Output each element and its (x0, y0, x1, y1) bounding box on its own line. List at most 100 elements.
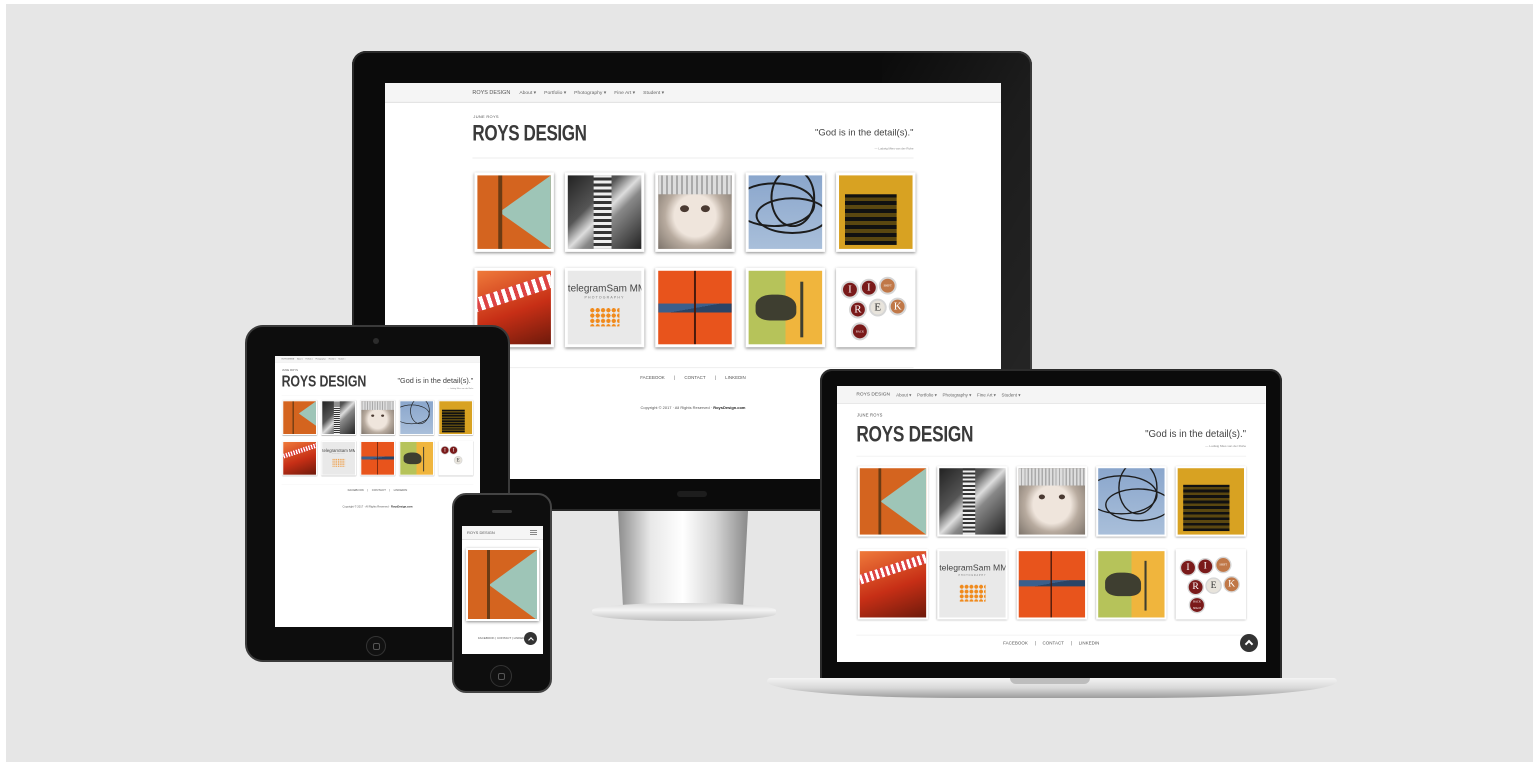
nav-item-student[interactable]: Student ▾ (338, 358, 345, 360)
footer-link-contact[interactable]: CONTACT (684, 375, 705, 380)
portfolio-tile[interactable]: I SHIFT LOCK I R E K BACK SPACE (836, 267, 916, 348)
nav-item-photography[interactable]: Photography ▾ (574, 89, 606, 95)
typewriter-key: R (848, 300, 867, 319)
nav-brand[interactable]: ROYS DESIGN (856, 392, 890, 397)
tile-image-power-lines (1098, 468, 1165, 535)
footer-link-facebook[interactable]: FACEBOOK (348, 489, 364, 492)
portfolio-tile[interactable] (745, 172, 826, 252)
tile-image-sculpture (939, 468, 1006, 535)
nav-item-fine-art[interactable]: Fine Art ▾ (329, 358, 336, 360)
typewriter-key: SHIFT LOCK (878, 276, 897, 302)
site-title[interactable]: ROYS DESIGN (282, 373, 367, 391)
footer-link-linkedin[interactable]: LINKEDIN (725, 375, 746, 380)
nav-item-portfolio[interactable]: Portfolio ▾ (305, 358, 312, 360)
tile-image-orange-teal (859, 468, 927, 535)
site-footer: FACEBOOK | CONTACT | LINKEDIN (856, 634, 1247, 646)
phone-portfolio-tile[interactable] (466, 548, 539, 621)
footer-link-facebook[interactable]: FACEBOOK (1003, 641, 1028, 646)
portfolio-tile[interactable] (1096, 466, 1167, 537)
tablet-home-button[interactable] (366, 636, 386, 656)
site-title[interactable]: ROYS DESIGN (472, 121, 587, 147)
quote-cite: — Ludwig Mies van der Rohe (874, 146, 914, 151)
typewriter-key: I (841, 280, 859, 299)
nav-item-about[interactable]: About ▾ (297, 358, 303, 360)
copyright-brand[interactable]: RoysDesign.com (713, 405, 745, 410)
portfolio-tile[interactable] (1175, 466, 1247, 537)
nav-item-about[interactable]: About ▾ (896, 392, 911, 398)
scroll-top-button[interactable] (524, 632, 537, 645)
nav-brand[interactable]: ROYS DESIGN (472, 89, 510, 95)
site-footer: FACEBOOK | CONTACT | LINKEDIN Copyright … (281, 484, 474, 509)
portfolio-tile[interactable] (564, 172, 645, 252)
phone-home-button[interactable] (490, 665, 512, 687)
tile-image-baby (361, 401, 395, 435)
portfolio-tile[interactable] (857, 549, 929, 620)
portfolio-grid: telegramSam MM PHOTOGRAPHY I SHIFT LOCK I… (472, 172, 916, 348)
portfolio-tile[interactable] (857, 466, 929, 537)
nav-item-student[interactable]: Student ▾ (643, 89, 664, 95)
telegramsam-logo-sub: PHOTOGRAPHY (958, 573, 987, 577)
footer-link-linkedin[interactable]: LINKEDIN (394, 489, 408, 492)
content-wrap: JUNE ROYS ROYS DESIGN "God is in the det… (856, 404, 1247, 646)
portfolio-tile[interactable] (438, 400, 474, 436)
portfolio-tile[interactable]: I I E (438, 440, 474, 476)
nav-item-fine-art[interactable]: Fine Art ▾ (614, 89, 635, 95)
footer-link-facebook[interactable]: FACEBOOK (640, 375, 665, 380)
site-quote: "God is in the detail(s)." (815, 127, 914, 139)
portfolio-tile[interactable] (937, 466, 1008, 537)
nav-brand[interactable]: ROYS DESIGN (282, 358, 295, 360)
nav-item-photography[interactable]: Photography ▾ (315, 358, 326, 360)
portfolio-tile[interactable]: telegramSam MM PHOTOGRAPHY (321, 440, 356, 476)
portfolio-tile[interactable] (321, 400, 356, 436)
phone-brand[interactable]: ROYS DESIGN (467, 530, 495, 535)
nav-item-photography[interactable]: Photography ▾ (942, 392, 971, 398)
portfolio-tile[interactable] (655, 267, 735, 348)
portfolio-tile[interactable] (655, 172, 735, 252)
portfolio-tile[interactable] (474, 172, 554, 252)
nav-bar: ROYS DESIGN About ▾ Portfolio ▾ Photogra… (837, 386, 1266, 404)
nav-item-portfolio[interactable]: Portfolio ▾ (917, 392, 937, 398)
portfolio-tile[interactable] (1096, 549, 1167, 620)
portfolio-tile[interactable] (399, 400, 435, 436)
copyright-text: Copyright © 2017 · All Rights Reserved · (342, 505, 391, 509)
tablet-screen: ROYS DESIGN About ▾ Portfolio ▾ Photogra… (275, 356, 480, 627)
portfolio-tile[interactable] (360, 440, 396, 476)
portfolio-tile[interactable] (745, 267, 826, 348)
portfolio-tile[interactable] (1016, 549, 1088, 620)
chevron-up-icon (527, 637, 534, 643)
nav-item-student[interactable]: Student ▾ (1001, 392, 1020, 398)
content-wrap: JUNE ROYS ROYS DESIGN "God is in the det… (281, 363, 474, 509)
portfolio-tile[interactable]: telegramSam MM PHOTOGRAPHY (937, 549, 1008, 620)
portfolio-tile[interactable] (1016, 466, 1088, 537)
tile-image-cow (1098, 551, 1165, 618)
tile-image-orange-teal (477, 175, 551, 249)
site-title[interactable]: ROYS DESIGN (856, 421, 973, 447)
monitor-base (592, 603, 776, 621)
nav-item-about[interactable]: About ▾ (519, 89, 536, 95)
site-quote: "God is in the detail(s)." (397, 376, 474, 385)
site-tablet: ROYS DESIGN About ▾ Portfolio ▾ Photogra… (275, 356, 480, 509)
hamburger-icon[interactable] (530, 530, 537, 535)
portfolio-tile[interactable] (399, 440, 435, 476)
portfolio-tile[interactable]: telegramSam MM PHOTOGRAPHY (564, 267, 645, 348)
footer-link-contact[interactable]: CONTACT (1043, 641, 1064, 646)
portfolio-tile[interactable] (282, 440, 317, 476)
typewriter-key: I (1197, 558, 1214, 575)
scroll-top-button[interactable] (1240, 634, 1258, 652)
footer-link-contact[interactable]: CONTACT (372, 489, 386, 492)
portfolio-tile[interactable] (282, 400, 317, 436)
footer-link-linkedin[interactable]: LINKEDIN (1079, 641, 1100, 646)
portfolio-tile[interactable]: I I SHIFT LOCK R E K BACK SPACE (1175, 549, 1247, 620)
portfolio-tile[interactable] (836, 172, 916, 252)
copyright-brand[interactable]: RoysDesign.com (391, 505, 412, 508)
nav-item-fine-art[interactable]: Fine Art ▾ (977, 392, 996, 398)
site-tagline: JUNE ROYS (281, 368, 298, 372)
phone-footer-links[interactable]: FACEBOOK | CONTACT | LINKEDIN (478, 636, 527, 640)
telegramsam-logo-text: telegramSam MM (567, 283, 642, 295)
tile-image-telegramsam: telegramSam MM PHOTOGRAPHY (322, 441, 356, 475)
tile-image-typewriter: I SHIFT LOCK I R E K BACK SPACE (839, 270, 913, 345)
phone-screen: ROYS DESIGN FACEBOOK | CONTACT | LINKEDI… (462, 526, 543, 654)
portfolio-tile[interactable] (360, 400, 396, 436)
typewriter-key: K (1223, 576, 1240, 593)
nav-item-portfolio[interactable]: Portfolio ▾ (544, 89, 566, 95)
